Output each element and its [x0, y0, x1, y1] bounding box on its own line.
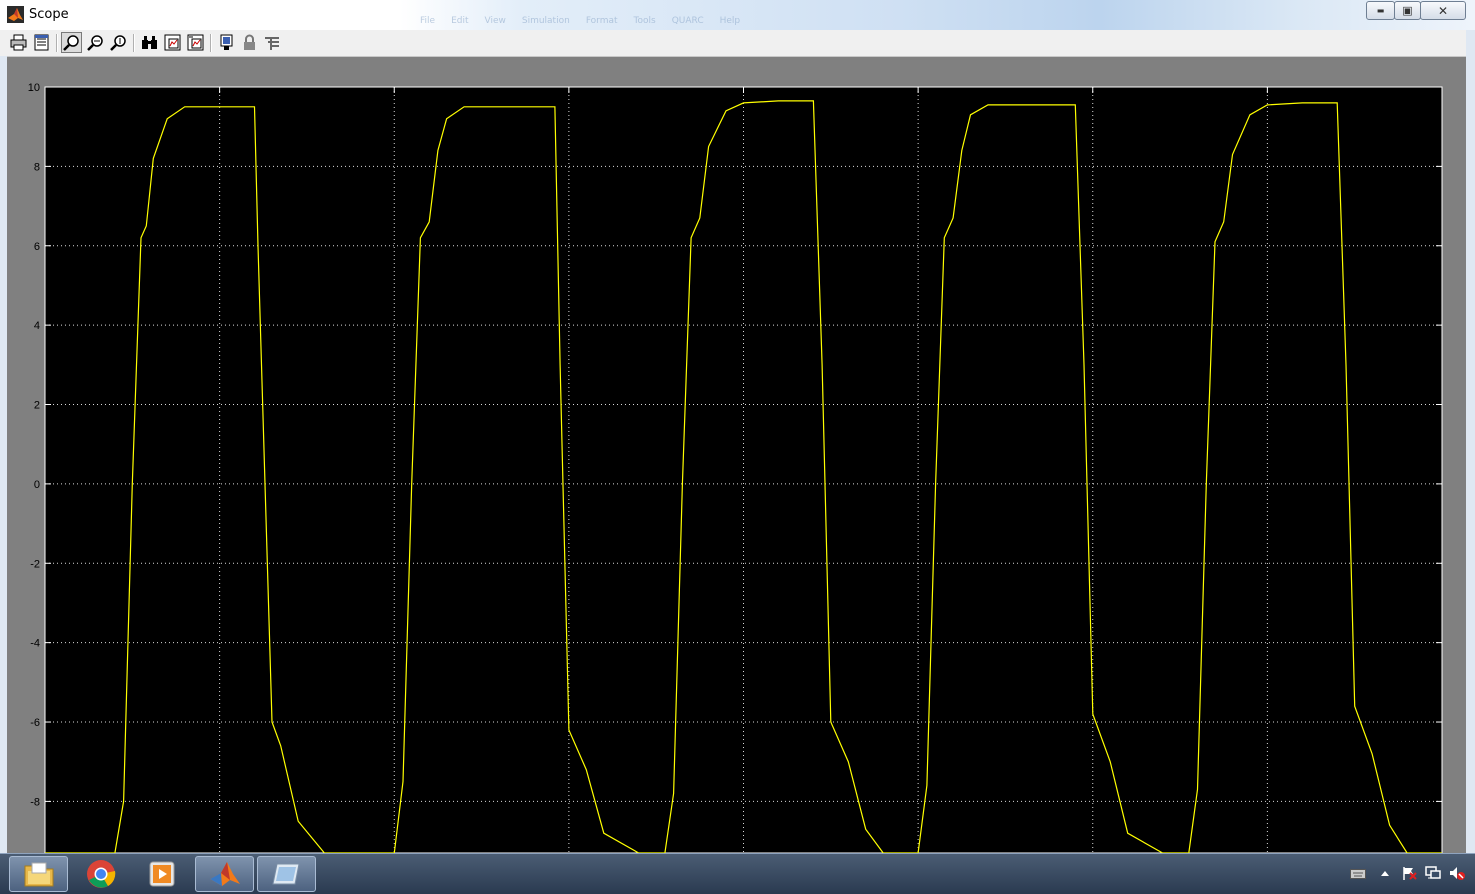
- toolbar-separator: [56, 34, 58, 52]
- save-axes-settings-button[interactable]: [162, 32, 183, 53]
- plot-background: [44, 86, 1443, 853]
- bg-menu-item: File: [420, 16, 436, 26]
- tray-keyboard[interactable]: [1350, 865, 1366, 881]
- bg-menu-item: Help: [719, 16, 741, 26]
- matlab-icon: [209, 862, 240, 886]
- zoom-icon: [63, 35, 79, 51]
- y-tick-label: -2: [30, 558, 40, 570]
- matlab-figure-icon: [271, 863, 300, 885]
- taskbar: [0, 853, 1475, 894]
- bg-menu-item: Format: [585, 16, 618, 26]
- print-button[interactable]: [8, 32, 29, 53]
- y-tick-label: 2: [34, 400, 40, 412]
- y-tick-label: 4: [34, 320, 40, 332]
- zoom-y-icon: [110, 35, 126, 51]
- scope-toolbar: ↘: [0, 30, 1475, 77]
- zoom-y-button[interactable]: [108, 32, 129, 53]
- title-bar: Scope File Edit View Simulation Format T…: [0, 0, 1475, 30]
- file-explorer-icon: [24, 862, 53, 887]
- toolbar-separator: [210, 34, 212, 52]
- network-icon: [1425, 866, 1441, 879]
- y-tick-label: 8: [34, 161, 40, 173]
- show-hidden-icons-icon: [1381, 871, 1389, 876]
- maximize-icon: ▣: [1402, 4, 1413, 17]
- floating-scope-button[interactable]: [216, 32, 237, 53]
- zoom-x-icon: [87, 35, 103, 51]
- signal-selection-button[interactable]: [262, 32, 283, 53]
- scope-figure: 10 8 6 4 2 0 -2 -4 -6 -8: [7, 57, 1466, 853]
- action-center-icon: [1403, 867, 1417, 880]
- minimize-icon: ▬: [1376, 6, 1385, 15]
- restore-axes-settings-icon: [187, 34, 204, 51]
- zoom-button[interactable]: [61, 32, 82, 53]
- save-axes-settings-icon: [164, 34, 181, 51]
- y-tick-label: 10: [28, 82, 40, 94]
- media-player-icon: [149, 861, 174, 887]
- bg-menu-item: Tools: [633, 16, 656, 26]
- chrome-icon: [86, 860, 115, 888]
- tray-action-center[interactable]: [1401, 865, 1417, 881]
- taskbar-explorer-button[interactable]: [9, 856, 68, 892]
- zoom-x-button[interactable]: [85, 32, 106, 53]
- bg-menu-item: Simulation: [521, 16, 570, 26]
- signal-selection-icon: [265, 37, 279, 50]
- maximize-button[interactable]: ▣: [1394, 1, 1421, 20]
- restore-axes-settings-button[interactable]: [185, 32, 206, 53]
- window-frame-right: [1466, 30, 1475, 853]
- tray-volume[interactable]: [1449, 865, 1465, 881]
- bg-menu-item: View: [484, 16, 506, 26]
- tray-show-hidden[interactable]: [1377, 865, 1393, 881]
- bg-menu-item: Edit: [451, 16, 469, 26]
- minimize-button[interactable]: ▬: [1366, 1, 1395, 20]
- y-tick-label: -8: [30, 796, 40, 808]
- taskbar-media-button[interactable]: [132, 856, 191, 892]
- taskbar-matlab-button[interactable]: [195, 856, 254, 892]
- window-title: Scope: [29, 7, 69, 22]
- taskbar-figure-button[interactable]: [257, 856, 316, 892]
- lock-axes-icon: [244, 34, 255, 50]
- close-button[interactable]: ✕: [1420, 1, 1466, 20]
- print-icon: [10, 34, 27, 51]
- tray-network[interactable]: [1425, 865, 1441, 881]
- background-window-menu: File Edit View Simulation Format Tools Q…: [420, 16, 740, 26]
- bg-menu-item: QUARC: [671, 16, 704, 26]
- system-tray: [1345, 854, 1475, 894]
- volume-muted-icon: [1450, 867, 1465, 880]
- taskbar-chrome-button[interactable]: [71, 856, 130, 892]
- floating-scope-icon: [220, 34, 233, 50]
- close-icon: ✕: [1437, 3, 1449, 18]
- lock-axes-button[interactable]: [239, 32, 260, 53]
- binoculars-icon: [142, 36, 157, 49]
- autoscale-button[interactable]: [139, 32, 160, 53]
- y-tick-label: -6: [30, 717, 40, 729]
- keyboard-icon: [1350, 869, 1366, 879]
- y-tick-label: -4: [30, 638, 40, 650]
- matlab-app-icon: [7, 6, 24, 23]
- y-tick-label: 6: [34, 241, 40, 253]
- parameters-button[interactable]: [31, 32, 52, 53]
- parameters-icon: [34, 34, 49, 51]
- scope-axes[interactable]: 10 8 6 4 2 0 -2 -4 -6 -8: [7, 57, 1466, 853]
- toolbar-separator: [133, 34, 135, 52]
- y-tick-label: 0: [34, 479, 40, 491]
- window-frame-left: [0, 56, 7, 853]
